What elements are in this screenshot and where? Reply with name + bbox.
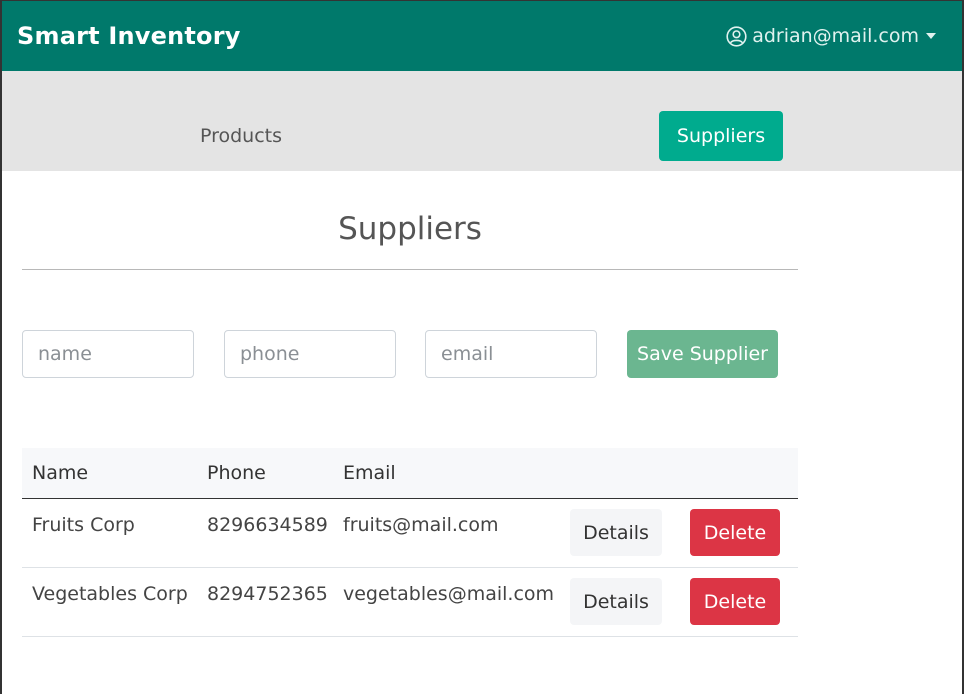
cell-name: Fruits Corp xyxy=(32,514,135,536)
table-row: Fruits Corp 8296634589 fruits@mail.com D… xyxy=(22,499,798,568)
cell-phone: 8296634589 xyxy=(207,514,328,536)
user-menu-dropdown[interactable]: adrian@mail.com xyxy=(726,25,936,47)
cell-phone: 8294752365 xyxy=(207,583,328,605)
chevron-down-icon xyxy=(926,33,936,39)
user-email: adrian@mail.com xyxy=(752,25,919,47)
table-header: Name Phone Email xyxy=(22,448,798,499)
page-title: Suppliers xyxy=(338,211,482,247)
header-name: Name xyxy=(32,462,89,484)
save-supplier-button[interactable]: Save Supplier xyxy=(627,330,778,378)
top-navbar: Smart Inventory adrian@mail.com xyxy=(2,1,962,71)
delete-button[interactable]: Delete xyxy=(690,578,780,625)
user-circle-icon xyxy=(726,25,747,47)
brand-title[interactable]: Smart Inventory xyxy=(17,22,241,50)
email-input[interactable] xyxy=(425,330,597,378)
title-divider xyxy=(22,269,798,270)
details-button[interactable]: Details xyxy=(570,578,662,625)
tab-products[interactable]: Products xyxy=(182,111,300,161)
tab-suppliers[interactable]: Suppliers xyxy=(659,111,783,161)
name-input[interactable] xyxy=(22,330,194,378)
cell-email: fruits@mail.com xyxy=(343,514,499,536)
section-tabs: Products Suppliers xyxy=(2,71,962,171)
cell-email: vegetables@mail.com xyxy=(343,583,555,605)
details-button[interactable]: Details xyxy=(570,509,662,556)
header-phone: Phone xyxy=(207,462,266,484)
header-email: Email xyxy=(343,462,396,484)
delete-button[interactable]: Delete xyxy=(690,509,780,556)
suppliers-table: Name Phone Email Fruits Corp 8296634589 … xyxy=(22,448,798,637)
table-row: Vegetables Corp 8294752365 vegetables@ma… xyxy=(22,568,798,637)
phone-input[interactable] xyxy=(224,330,396,378)
cell-name: Vegetables Corp xyxy=(32,583,188,605)
